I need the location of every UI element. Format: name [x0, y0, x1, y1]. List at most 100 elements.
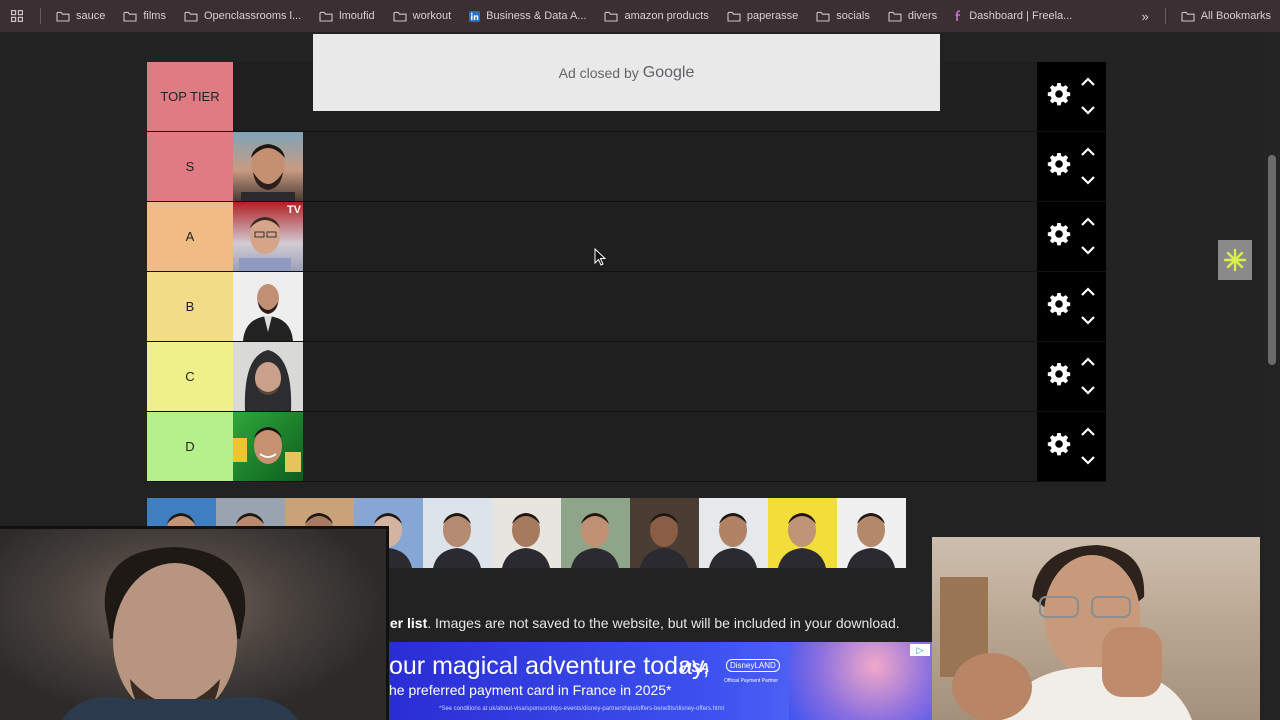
bookmark-item[interactable]: workout	[384, 0, 461, 32]
pool-item-thumbnail[interactable]	[768, 498, 837, 568]
gear-icon[interactable]	[1047, 152, 1071, 181]
bookmark-label: Business & Data A...	[486, 10, 587, 22]
google-wordmark: Google	[642, 63, 695, 81]
bookmark-item[interactable]: sauce	[47, 0, 114, 32]
folder-icon	[1181, 11, 1195, 22]
chevron-down-icon[interactable]	[1080, 172, 1096, 190]
chevron-up-icon[interactable]	[1080, 284, 1096, 302]
page-scrollbar-thumb[interactable]	[1268, 155, 1276, 365]
info-rest: . Images are not saved to the website, b…	[427, 615, 900, 631]
visa-disney-banner-ad[interactable]: our magical adventure today, he preferre…	[389, 642, 932, 720]
ad-closed-text: Ad closed by	[558, 64, 639, 81]
tier-label[interactable]: D	[147, 412, 233, 481]
tier-row-a: A TV	[147, 202, 1106, 272]
tier-controls	[1037, 412, 1106, 481]
ad-headline: our magical adventure today,	[389, 652, 710, 680]
tier-label[interactable]: C	[147, 342, 233, 411]
bookmark-item[interactable]: films	[114, 0, 175, 32]
pool-item-thumbnail[interactable]	[561, 498, 630, 568]
chevron-up-icon[interactable]	[1080, 354, 1096, 372]
mouse-cursor-icon	[594, 247, 607, 271]
pool-item-thumbnail[interactable]	[630, 498, 699, 568]
ad-subheadline: he preferred payment card in France in 2…	[389, 682, 672, 698]
tier-move-arrows	[1080, 284, 1096, 330]
tier-item-thumbnail[interactable]	[233, 272, 303, 341]
bookmark-label: workout	[412, 10, 452, 22]
chevron-up-icon[interactable]	[1080, 424, 1096, 442]
folder-icon	[888, 11, 902, 22]
bookmark-label: lmoufid	[339, 10, 375, 22]
sparkle-widget-icon[interactable]	[1218, 240, 1252, 280]
chevron-up-icon[interactable]	[1080, 214, 1096, 232]
webcam-overlay-left	[0, 526, 389, 720]
tier-label[interactable]: A	[147, 202, 233, 271]
tier-controls	[1037, 342, 1106, 411]
bookmark-label: Openclassrooms l...	[203, 10, 302, 22]
tier-items-dropzone[interactable]	[233, 412, 1037, 481]
folder-icon	[604, 11, 619, 22]
tier-controls	[1037, 202, 1106, 271]
chevron-down-icon[interactable]	[1080, 452, 1096, 470]
adchoices-icon[interactable]: ▷	[910, 644, 930, 656]
bookmark-item[interactable]: divers	[879, 0, 946, 32]
tier-label[interactable]: B	[147, 272, 233, 341]
gear-icon[interactable]	[1047, 292, 1071, 321]
chevron-down-icon[interactable]	[1080, 102, 1096, 120]
bookmark-item[interactable]: socials	[807, 0, 879, 32]
gear-icon[interactable]	[1047, 432, 1071, 461]
bookmarks-separator-right	[1164, 8, 1166, 24]
tier-item-thumbnail[interactable]	[233, 342, 303, 411]
bookmark-item[interactable]: paperasse	[718, 0, 807, 32]
tier-item-thumbnail[interactable]: TV	[233, 202, 303, 271]
bookmark-item[interactable]: Dashboard | Freela...	[946, 0, 1081, 32]
bookmarks-separator	[40, 8, 41, 24]
info-bold: ier list	[386, 615, 428, 631]
webcam-overlay-right	[932, 537, 1260, 720]
gear-icon[interactable]	[1047, 362, 1071, 391]
closed-ad-overlay: Ad closed by Google	[313, 34, 940, 111]
page-scrollbar-track[interactable]	[1264, 32, 1280, 720]
bookmark-item[interactable]: lmoufid	[310, 0, 383, 32]
tier-items-dropzone[interactable]: TV	[233, 202, 1037, 271]
tier-move-arrows	[1080, 424, 1096, 470]
all-bookmarks-label: All Bookmarks	[1200, 10, 1271, 22]
ad-fine-print: *See conditions at uk/about-visa/sponsor…	[439, 706, 724, 712]
apps-grid-icon[interactable]	[0, 10, 34, 22]
bookmark-item[interactable]: amazon products	[595, 0, 717, 32]
chevron-up-icon[interactable]	[1080, 144, 1096, 162]
pool-item-thumbnail[interactable]	[423, 498, 492, 568]
pool-item-thumbnail[interactable]	[837, 498, 906, 568]
bookmark-label: amazon products	[624, 10, 709, 22]
pool-item-thumbnail[interactable]	[492, 498, 561, 568]
gear-icon[interactable]	[1047, 222, 1071, 251]
tier-controls	[1037, 272, 1106, 341]
tier-label[interactable]: TOP TIER	[147, 62, 233, 131]
bookmarks-overflow-chevron[interactable]: »	[1131, 9, 1158, 24]
tier-controls	[1037, 62, 1106, 131]
bookmark-label: Dashboard | Freela...	[969, 10, 1073, 22]
folder-icon	[123, 11, 137, 22]
chevron-down-icon[interactable]	[1080, 382, 1096, 400]
bookmark-label: divers	[907, 10, 938, 22]
bookmark-label: socials	[836, 10, 870, 22]
bookmark-item[interactable]: Openclassrooms l...	[175, 0, 310, 32]
all-bookmarks-button[interactable]: All Bookmarks	[1172, 0, 1280, 32]
chevron-down-icon[interactable]	[1080, 242, 1096, 260]
tier-item-thumbnail[interactable]	[233, 132, 303, 201]
pool-item-thumbnail[interactable]	[699, 498, 768, 568]
freelance-icon	[955, 10, 963, 22]
tier-items-dropzone[interactable]	[233, 272, 1037, 341]
folder-icon	[56, 11, 70, 22]
tier-items-dropzone[interactable]	[233, 342, 1037, 411]
tier-items-dropzone[interactable]	[233, 132, 1037, 201]
bookmark-label: sauce	[76, 10, 106, 22]
tier-move-arrows	[1080, 144, 1096, 190]
tier-label[interactable]: S	[147, 132, 233, 201]
gear-icon[interactable]	[1047, 82, 1071, 111]
folder-icon	[816, 11, 830, 22]
chevron-down-icon[interactable]	[1080, 312, 1096, 330]
chevron-up-icon[interactable]	[1080, 74, 1096, 92]
bookmarks-bar: sauce films Openclassrooms l... lmoufid work…	[0, 0, 1280, 32]
tier-item-thumbnail[interactable]	[233, 412, 303, 481]
bookmark-item[interactable]: Business & Data A...	[460, 0, 595, 32]
